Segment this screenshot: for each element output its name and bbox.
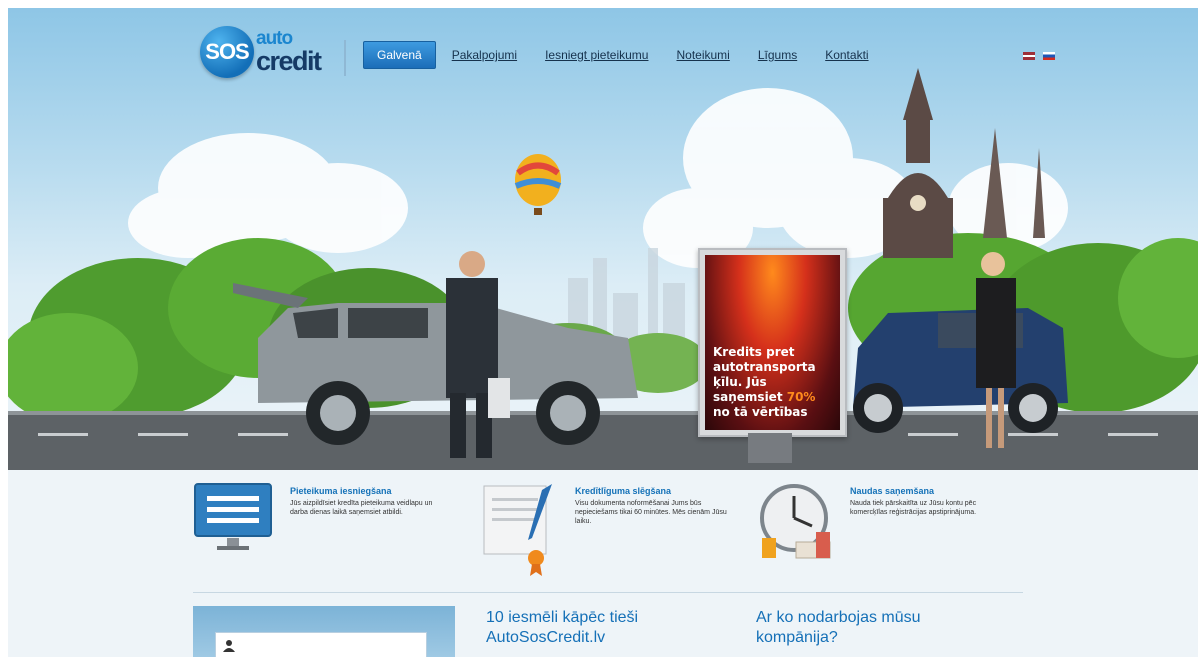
clock-money-icon (760, 484, 831, 559)
nav-galvena[interactable]: Galvenā (363, 41, 436, 69)
reasons-heading[interactable]: 10 iesmēli kāpēc tieši AutoSosCredit.lv (486, 608, 638, 648)
page-frame: SOS auto credit Galvenā Pakalpojumi Iesn… (8, 8, 1198, 657)
process-steps: Pieteikuma iesniegšana Jūs aizpildīsiet … (193, 480, 1033, 590)
billboard-percentage: 70% (786, 390, 816, 404)
step-contract-text: Kredītlīguma slēgšana Visu dokumenta nof… (575, 486, 735, 526)
billboard-line-3: ķīlu. Jūs (713, 375, 767, 389)
step-application-desc: Jūs aizpildīsiet kredīta pieteikuma veid… (290, 500, 433, 516)
company-heading[interactable]: Ar ko nodarbojas mūsu kompānija? (756, 608, 921, 648)
hero-banner: SOS auto credit Galvenā Pakalpojumi Iesn… (8, 8, 1198, 470)
logo-credit-text: credit (256, 46, 322, 76)
step-payout-text: Naudas saņemšana Nauda tiek pārskaitīta … (850, 486, 1010, 517)
billboard-line-4-text: saņemsiet (713, 390, 787, 404)
logo-sos-bubble: SOS (200, 26, 254, 78)
step-contract-desc: Visu dokumenta noformēšanai Jums būs nep… (575, 500, 727, 525)
step-application-text: Pieteikuma iesniegšana Jūs aizpildīsiet … (290, 486, 450, 517)
nav-kontakti[interactable]: Kontakti (825, 48, 868, 62)
russian-flag-icon[interactable] (1043, 52, 1055, 60)
document-pen-icon (483, 484, 552, 576)
hero-illustration (8, 68, 1198, 470)
username-field[interactable] (215, 632, 427, 657)
billboard-line-2: autotransporta (713, 360, 816, 374)
reasons-heading-line-2: AutoSosCredit.lv (486, 629, 606, 646)
step-payout-desc: Nauda tiek pārskaitīta uz Jūsu kontu pēc… (850, 500, 977, 516)
section-divider (193, 592, 1023, 593)
login-panel (193, 606, 455, 657)
language-switcher (1023, 52, 1055, 60)
nav-pakalpojumi[interactable]: Pakalpojumi (452, 48, 517, 62)
company-heading-line-2: kompānija? (756, 629, 838, 646)
header-divider (344, 40, 346, 76)
nav-iesniegt-pieteikumu[interactable]: Iesniegt pieteikumu (545, 48, 648, 62)
step-payout-title: Naudas saņemšana (850, 486, 935, 496)
monitor-form-icon (194, 483, 272, 550)
billboard-line-1: Kredits pret (713, 345, 795, 359)
site-logo[interactable]: SOS auto credit (200, 26, 330, 78)
nav-ligums[interactable]: Līgums (758, 48, 797, 62)
billboard-line-5: no tā vērtības (713, 405, 808, 419)
promo-billboard: Kredits pret autotransporta ķīlu. Jūs sa… (698, 248, 847, 437)
reasons-heading-line-1: 10 iesmēli kāpēc tieši (486, 609, 639, 626)
company-heading-line-1: Ar ko nodarbojas mūsu (756, 609, 921, 626)
user-icon (223, 640, 235, 652)
step-contract-title: Kredītlīguma slēgšana (575, 486, 672, 496)
billboard-stand (748, 433, 792, 463)
hot-air-balloon-icon (514, 154, 562, 215)
nav-noteikumi[interactable]: Noteikumi (676, 48, 729, 62)
billboard-text: Kredits pret autotransporta ķīlu. Jūs sa… (713, 345, 833, 420)
billboard-panel: Kredits pret autotransporta ķīlu. Jūs sa… (705, 255, 840, 430)
main-navigation: Galvenā Pakalpojumi Iesniegt pieteikumu … (363, 41, 897, 69)
step-application-title: Pieteikuma iesniegšana (290, 486, 392, 496)
latvian-flag-icon[interactable] (1023, 52, 1035, 60)
billboard-line-4: saņemsiet 70% (713, 390, 833, 405)
